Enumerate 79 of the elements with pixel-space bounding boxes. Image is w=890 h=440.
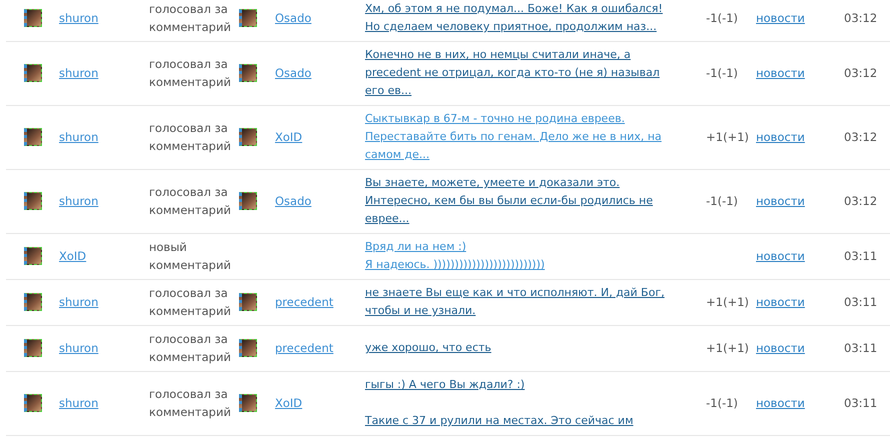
username-link[interactable]: shuron (59, 394, 98, 412)
avatar (24, 64, 42, 82)
comment-link[interactable]: Конечно не в них, но немцы считали иначе, а (365, 48, 631, 61)
time-text: 03:11 (844, 340, 878, 357)
avatar (239, 394, 257, 412)
time-text: 03:12 (844, 193, 878, 210)
username-link[interactable]: shuron (59, 339, 98, 357)
comment-link[interactable]: precedent не отрицал, когда кто-то (не я) называл (365, 66, 660, 79)
avatar (24, 339, 42, 357)
avatar (239, 9, 257, 27)
username-link[interactable]: Osado (275, 194, 312, 208)
username-link[interactable]: XoID (275, 130, 302, 144)
action-text: новый комментарий (149, 239, 232, 274)
comment-link[interactable]: Но сделаем человеку приятное, продолжим наз... (365, 20, 657, 33)
time-text: 03:12 (844, 10, 878, 27)
comment-link[interactable]: Я надеюсь. )))))))))))))))))))))))))) (365, 258, 545, 271)
score-text: +1(+1) (706, 340, 750, 357)
score-text: +1(+1) (706, 129, 750, 146)
comment-link[interactable]: самом де... (365, 148, 430, 161)
comment-link[interactable]: не знаете Вы еще как и что исполняют. И, дай Бог, (365, 286, 664, 299)
comment-link[interactable]: чтобы и не узнали. (365, 304, 476, 317)
comment-link[interactable]: Такие с 37 и рулили на местах. Это сейчас им (365, 414, 634, 427)
avatar (24, 293, 42, 311)
comment-link[interactable]: Вряд ли на нем :) (365, 240, 466, 253)
avatar (24, 247, 42, 265)
username-link[interactable]: precedent (275, 295, 334, 309)
action-text: голосовал за комментарий (149, 184, 232, 219)
username-link[interactable]: precedent (275, 341, 334, 355)
username-link[interactable]: Osado (275, 11, 312, 25)
score-text: +1(+1) (706, 294, 750, 311)
username-link[interactable]: Osado (275, 66, 312, 80)
action-text: голосовал за комментарий (149, 120, 232, 155)
avatar (239, 192, 257, 210)
time-text: 03:11 (844, 248, 878, 265)
username-link[interactable]: shuron (59, 128, 98, 146)
action-text: голосовал за комментарий (149, 331, 232, 366)
username-link[interactable]: XoID (275, 396, 302, 410)
score-text: -1(-1) (706, 193, 739, 210)
username-link[interactable]: shuron (59, 9, 98, 27)
comment-link[interactable]: гыгы :) А чего Вы ждали? :) (365, 378, 525, 391)
action-text: голосовал за комментарий (149, 1, 232, 36)
time-text: 03:12 (844, 65, 878, 82)
comment-link[interactable]: его ев... (365, 84, 412, 97)
time-text: 03:11 (844, 294, 878, 311)
avatar (239, 339, 257, 357)
avatar (24, 192, 42, 210)
score-text: -1(-1) (706, 65, 739, 82)
section-link[interactable]: новости (756, 9, 805, 27)
comment-link[interactable]: уже хорошо, что есть (365, 341, 492, 354)
username-link[interactable]: shuron (59, 293, 98, 311)
section-link[interactable]: новости (756, 192, 805, 210)
avatar (239, 293, 257, 311)
comment-link[interactable]: Хм, об этом я не подумал... Боже! Как я ошибался! (365, 2, 663, 15)
time-text: 03:12 (844, 129, 878, 146)
comment-link[interactable]: Сыктывкар в 67-м - точно не родина евреев. (365, 112, 625, 125)
section-link[interactable]: новости (756, 247, 805, 265)
action-text: голосовал за комментарий (149, 285, 232, 320)
comment-link[interactable]: евреe... (365, 212, 410, 225)
avatar (24, 9, 42, 27)
action-text: голосовал за комментарий (149, 56, 232, 91)
section-link[interactable]: новости (756, 293, 805, 311)
action-text: голосовал за комментарий (149, 386, 232, 421)
username-link[interactable]: shuron (59, 64, 98, 82)
section-link[interactable]: новости (756, 64, 805, 82)
score-text: -1(-1) (706, 10, 739, 27)
avatar (239, 128, 257, 146)
comment-link[interactable]: Интересно, кем бы вы были если-бы родились не (365, 194, 653, 207)
avatar (24, 394, 42, 412)
comment-link[interactable]: Переставайте бить по генам. Дело же не в них, на (365, 130, 662, 143)
section-link[interactable]: новости (756, 128, 805, 146)
avatar (24, 128, 42, 146)
avatar (239, 64, 257, 82)
comment-link[interactable]: Вы знаете, можете, умеете и доказали это. (365, 176, 620, 189)
time-text: 03:11 (844, 395, 878, 412)
username-link[interactable]: XoID (59, 247, 86, 265)
section-link[interactable]: новости (756, 394, 805, 412)
username-link[interactable]: shuron (59, 192, 98, 210)
section-link[interactable]: новости (756, 339, 805, 357)
score-text: -1(-1) (706, 395, 739, 412)
